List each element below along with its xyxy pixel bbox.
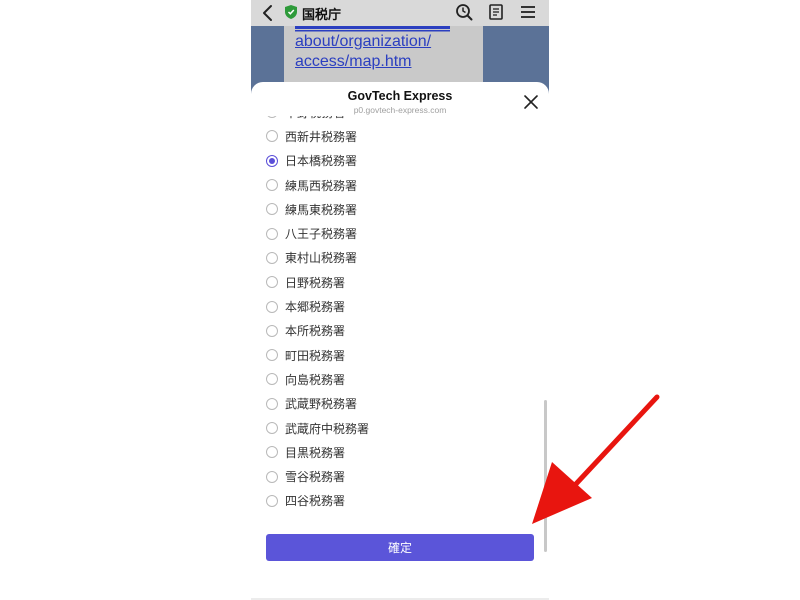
radio-unselected-icon[interactable] bbox=[266, 373, 278, 386]
tax-office-option[interactable]: 八王子税務署 bbox=[251, 221, 549, 245]
radio-unselected-icon[interactable] bbox=[266, 276, 278, 289]
option-label: 中野税務署 bbox=[285, 116, 345, 121]
radio-unselected-icon[interactable] bbox=[266, 494, 278, 507]
tax-office-option[interactable]: 本所税務署 bbox=[251, 319, 549, 343]
tax-office-option[interactable]: 本郷税務署 bbox=[251, 294, 549, 318]
radio-unselected-icon[interactable] bbox=[266, 470, 278, 483]
annotation-arrow-icon bbox=[532, 394, 660, 524]
tax-office-option[interactable]: 武蔵野税務署 bbox=[251, 392, 549, 416]
menu-icon[interactable] bbox=[518, 2, 538, 22]
option-label: 練馬東税務署 bbox=[285, 202, 358, 217]
sheet-domain: p0.govtech-express.com bbox=[353, 105, 447, 115]
back-chevron-icon[interactable] bbox=[259, 3, 279, 23]
tax-office-option[interactable]: 目黒税務署 bbox=[251, 440, 549, 464]
radio-unselected-icon[interactable] bbox=[266, 179, 278, 192]
browser-navbar: 国税庁 bbox=[251, 0, 549, 26]
confirm-button[interactable]: 確定 bbox=[266, 534, 534, 561]
radio-unselected-icon[interactable] bbox=[266, 349, 278, 362]
tax-office-option[interactable]: 武蔵府中税務署 bbox=[251, 416, 549, 440]
option-label: 四谷税務署 bbox=[285, 494, 346, 509]
option-label: 町田税務署 bbox=[285, 348, 346, 363]
option-label: 雪谷税務署 bbox=[285, 470, 346, 485]
option-label: 八王子税務署 bbox=[285, 227, 358, 242]
reader-icon[interactable] bbox=[486, 2, 506, 22]
tax-office-option[interactable]: 町田税務署 bbox=[251, 343, 549, 367]
option-label: 日本橋税務署 bbox=[285, 154, 358, 169]
radio-unselected-icon[interactable] bbox=[266, 116, 278, 119]
site-title: 国税庁 bbox=[302, 8, 342, 23]
tax-office-option[interactable]: 向島税務署 bbox=[251, 367, 549, 391]
radio-unselected-icon[interactable] bbox=[266, 422, 278, 434]
option-label: 西新井税務署 bbox=[285, 129, 358, 144]
option-label: 向島税務署 bbox=[285, 372, 346, 387]
sheet-title: GovTech Express bbox=[347, 89, 453, 103]
radio-unselected-icon[interactable] bbox=[266, 300, 278, 313]
option-label: 本所税務署 bbox=[285, 324, 346, 339]
tax-office-option[interactable]: 西新井税務署 bbox=[251, 124, 549, 148]
tax-office-option[interactable]: 練馬東税務署 bbox=[251, 197, 549, 221]
radio-unselected-icon[interactable] bbox=[266, 203, 278, 216]
tax-office-option[interactable]: 練馬西税務署 bbox=[251, 173, 549, 197]
tax-office-option[interactable]: 日本橋税務署 bbox=[251, 149, 549, 173]
radio-selected-icon[interactable] bbox=[266, 154, 278, 167]
option-label: 東村山税務署 bbox=[285, 251, 358, 266]
option-label: 練馬西税務署 bbox=[285, 178, 358, 193]
shield-icon bbox=[285, 5, 297, 19]
options-list: 中野税務署西新井税務署日本橋税務署練馬西税務署練馬東税務署八王子税務署東村山税務… bbox=[251, 116, 549, 513]
close-icon[interactable] bbox=[523, 94, 539, 110]
tax-office-option[interactable]: 東村山税務署 bbox=[251, 246, 549, 270]
radio-unselected-icon[interactable] bbox=[266, 397, 278, 410]
radio-unselected-icon[interactable] bbox=[266, 130, 278, 143]
option-label: 目黒税務署 bbox=[285, 445, 346, 460]
tax-office-option[interactable]: 日野税務署 bbox=[251, 270, 549, 294]
screenshot-stage: 国税庁 about/organization/ access/map.htm G… bbox=[0, 0, 800, 600]
radio-unselected-icon[interactable] bbox=[266, 251, 278, 264]
option-label: 武蔵野税務署 bbox=[285, 397, 358, 412]
selection-sheet: GovTech Express p0.govtech-express.com 中… bbox=[251, 82, 549, 600]
background-link-line-1[interactable]: about/organization/ bbox=[295, 33, 431, 51]
options-list-viewport[interactable]: 中野税務署西新井税務署日本橋税務署練馬西税務署練馬東税務署八王子税務署東村山税務… bbox=[251, 116, 549, 514]
tax-office-option[interactable]: 雪谷税務署 bbox=[251, 464, 549, 488]
option-label: 日野税務署 bbox=[285, 275, 346, 290]
radio-unselected-icon[interactable] bbox=[266, 446, 278, 459]
radio-unselected-icon[interactable] bbox=[266, 227, 278, 240]
tax-office-option[interactable]: 中野税務署 bbox=[251, 116, 549, 124]
option-label: 武蔵府中税務署 bbox=[285, 421, 370, 436]
history-icon[interactable] bbox=[454, 2, 474, 22]
option-label: 本郷税務署 bbox=[285, 300, 346, 315]
radio-unselected-icon[interactable] bbox=[266, 324, 278, 337]
tax-office-option[interactable]: 四谷税務署 bbox=[251, 489, 549, 513]
background-link-line-2[interactable]: access/map.htm bbox=[295, 53, 411, 71]
